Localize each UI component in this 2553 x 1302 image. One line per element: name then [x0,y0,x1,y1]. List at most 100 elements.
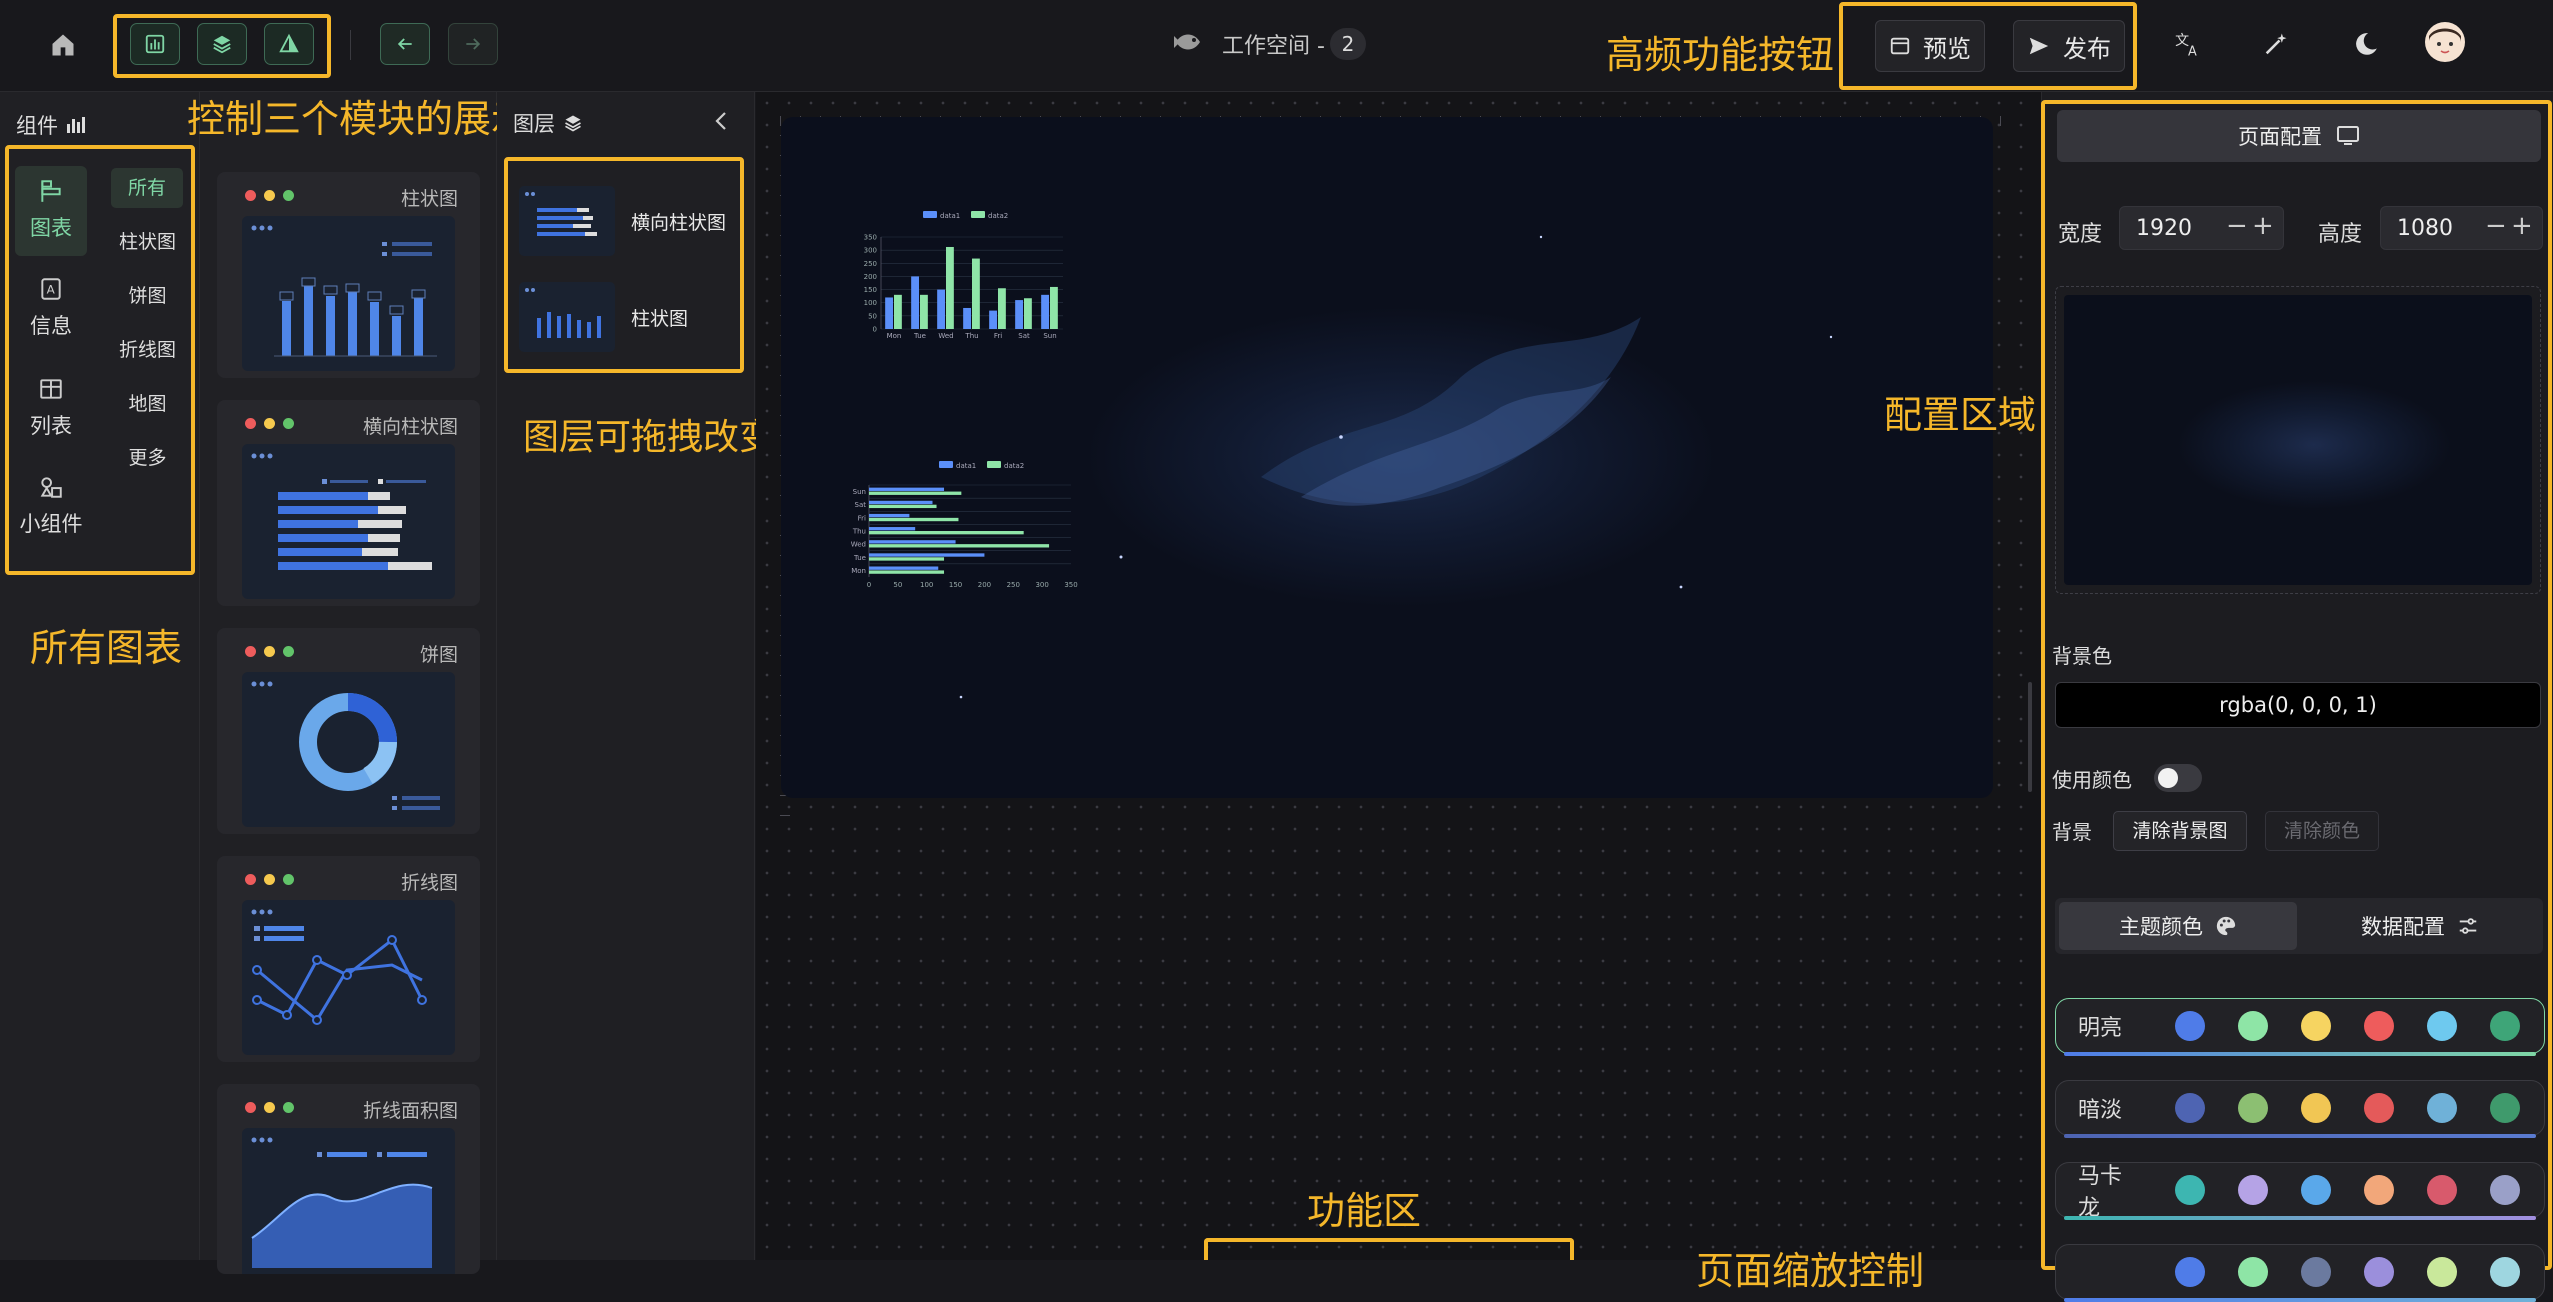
editor-canvas[interactable]: data1 data2 0 50 100 150 200 250 300 350 Mon Tue Wed… [756,92,2041,1293]
theme-gradient-bar [2064,1134,2536,1138]
bg-color-input[interactable]: rgba(0, 0, 0, 1) [2055,682,2541,728]
theme-gradient-bar [2064,1298,2536,1302]
chart-card-title: 横向柱状图 [362,416,458,438]
publish-button[interactable]: 发布 [2013,20,2125,72]
home-button[interactable] [40,24,86,66]
clear-color-button[interactable]: 清除颜色 [2265,811,2379,851]
x-tick-label: Sun [1043,332,1056,340]
chart-card-line[interactable]: 折线图 [217,856,480,1062]
redo-button[interactable] [448,23,498,65]
send-icon [2029,37,2049,55]
chart-card-area[interactable]: 折线面积图 [217,1084,480,1274]
x-tick-label: 300 [1035,581,1048,589]
x-tick-label: 150 [949,581,962,589]
home-icon [52,34,74,56]
magic-wand-icon [2265,33,2287,55]
config-tabs: 主题颜色 数据配置 [2055,898,2543,954]
function-area-annotation: 功能区 [1307,1189,1422,1233]
color-swatch [2301,1257,2331,1287]
page-zoom-annotation: 页面缩放控制 [1696,1249,1925,1293]
color-swatch [2364,1093,2394,1123]
x-tick-label: Wed [938,332,953,340]
theme-row[interactable]: 马卡龙 [2055,1162,2545,1221]
y-tick-label: 50 [868,312,877,320]
tab-data-config-label: 数据配置 [2361,915,2445,939]
theme-row[interactable]: 明亮 [2055,998,2545,1056]
language-button[interactable]: 文A [2168,24,2208,64]
color-swatch [2175,1257,2205,1287]
subcategory-pie[interactable]: 饼图 [100,276,195,316]
width-label: 宽度 [2058,222,2103,247]
color-swatch [2238,1175,2268,1205]
width-value[interactable]: 1920 [2136,216,2192,241]
theme-toggle-button[interactable] [2346,24,2386,64]
chart-card-hbar[interactable]: 横向柱状图 [217,400,480,606]
legend-label: data1 [956,462,976,470]
height-stepper[interactable]: 1080 − + [2380,206,2543,250]
preview-button[interactable]: 预览 [1875,20,1985,72]
page-config-tab[interactable]: 页面配置 [2057,110,2541,162]
subcategory-more[interactable]: 更多 [100,438,195,478]
increment-icon[interactable]: + [2252,211,2274,241]
collapse-chevron-icon[interactable] [711,110,731,132]
chart-card-pie[interactable]: 饼图 [217,628,480,834]
y-tick-label: 150 [864,286,877,294]
height-value[interactable]: 1080 [2397,216,2453,241]
canvas-bar-chart[interactable]: data1 data2 0 50 100 150 200 250 300 350 Mon Tue Wed… [841,207,1071,347]
avatar[interactable] [2425,22,2465,62]
x-tick-label: Mon [887,332,902,340]
magic-button[interactable] [2256,24,2296,64]
screen-preview[interactable]: data1 data2 0 50 100 150 200 250 300 350 Mon Tue Wed… [781,117,1993,798]
background-thumbnail [2064,295,2532,585]
width-stepper[interactable]: 1920 − + [2119,206,2284,250]
window-dots [245,190,294,201]
subcategory-map[interactable]: 地图 [100,384,195,424]
subcategory-bar[interactable]: 柱状图 [100,222,195,262]
tab-theme-color[interactable]: 主题颜色 [2059,902,2297,950]
increment-icon[interactable]: + [2511,211,2533,241]
bar [869,527,916,531]
bar [869,531,1024,535]
x-tick-label: 100 [920,581,933,589]
color-swatch [2301,1175,2331,1205]
canvas-hbar-chart[interactable]: data1 data2 0 50 100 150 200 250 300 350 Sun Sat Fri… [839,457,1079,597]
undo-button[interactable] [380,23,430,65]
clear-bg-image-button[interactable]: 清除背景图 [2113,811,2247,851]
x-tick-label: Fri [994,332,1002,340]
layers-highlight [504,157,744,373]
bar [869,487,945,491]
tab-theme-color-label: 主题颜色 [2119,915,2203,939]
use-color-toggle[interactable] [2154,764,2202,792]
bar [885,297,893,329]
area-chart-thumbnail [242,1128,455,1274]
color-swatch [2364,1257,2394,1287]
x-tick-label: 350 [1064,581,1077,589]
window-dots [245,1102,294,1113]
decrement-icon[interactable]: − [2485,211,2507,241]
chart-card-bar[interactable]: 柱状图 [217,172,480,378]
subcategory-all[interactable]: 所有 [111,168,183,208]
background-image-preview[interactable] [2055,286,2541,594]
window-dots [245,646,294,657]
y-tick-label: 200 [864,273,877,281]
canvas-scrollbar[interactable] [2028,682,2032,792]
y-tick-label: 300 [864,247,877,255]
header-divider [350,30,351,60]
tab-data-config[interactable]: 数据配置 [2301,902,2539,950]
x-tick-label: Sat [1018,332,1030,340]
decrement-icon[interactable]: − [2226,211,2248,241]
theme-row[interactable]: 暗淡 [2055,1080,2545,1138]
window-icon [1890,37,1910,55]
theme-row[interactable] [2055,1244,2545,1302]
y-tick-label: Tue [853,554,866,562]
legend-swatch [971,211,985,218]
color-swatch [2301,1011,2331,1041]
x-tick-label: Thu [964,332,978,340]
color-swatch [2301,1093,2331,1123]
color-swatch [2490,1011,2520,1041]
bar-chart-icon [67,117,85,133]
line-chart-thumbnail [242,900,455,1055]
subcategory-line[interactable]: 折线图 [100,330,195,370]
color-swatch [2238,1093,2268,1123]
bg-color-label: 背景色 [2052,644,2112,668]
